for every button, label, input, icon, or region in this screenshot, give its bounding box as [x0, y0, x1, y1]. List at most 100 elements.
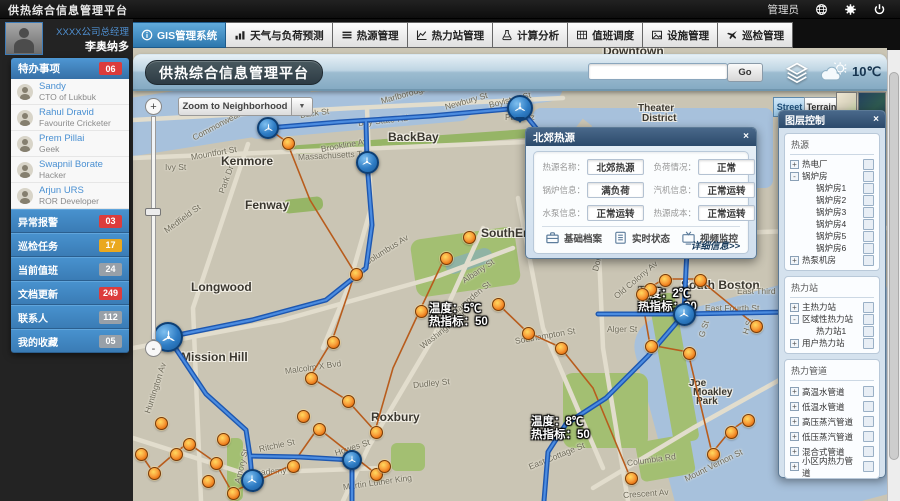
- expand-toggle-icon[interactable]: +: [790, 462, 799, 471]
- heat-station-marker[interactable]: [370, 426, 383, 439]
- tab[interactable]: 热力站管理: [408, 22, 494, 48]
- tab[interactable]: 设施管理: [643, 22, 718, 48]
- todo-header[interactable]: 特办事项 06: [11, 58, 129, 79]
- titlebar-icon[interactable]: [815, 3, 828, 16]
- expand-toggle-icon[interactable]: +: [790, 432, 799, 441]
- layer-row[interactable]: - 锅炉房: [790, 170, 874, 182]
- layer-row[interactable]: + 主热力站: [790, 301, 874, 313]
- list-item[interactable]: Swapnil Borate Hacker: [11, 157, 129, 183]
- expand-toggle-icon[interactable]: +: [790, 417, 799, 426]
- layer-row[interactable]: 锅炉房1: [790, 182, 874, 194]
- expand-toggle-icon[interactable]: +: [790, 160, 799, 169]
- layer-checkbox[interactable]: [863, 195, 874, 206]
- sidebar-menu-item[interactable]: 文档更新 249: [11, 281, 129, 305]
- layer-checkbox[interactable]: [863, 231, 874, 242]
- close-icon[interactable]: ×: [873, 115, 879, 125]
- layer-row[interactable]: 锅炉房2: [790, 194, 874, 206]
- field-value[interactable]: 正常运转: [698, 182, 755, 198]
- tab[interactable]: 计算分析: [493, 22, 568, 48]
- heat-station-marker[interactable]: [555, 342, 568, 355]
- tab[interactable]: GIS管理系统: [133, 22, 226, 48]
- zoom-slider-handle[interactable]: [145, 208, 161, 216]
- chevron-down-icon[interactable]: ▼: [292, 97, 313, 116]
- heat-station-marker[interactable]: [155, 417, 168, 430]
- layer-row[interactable]: + 高压蒸汽管道: [790, 414, 874, 429]
- expand-toggle-icon[interactable]: +: [790, 256, 799, 265]
- expand-toggle-icon[interactable]: -: [790, 172, 799, 181]
- vertical-scrollbar[interactable]: [887, 50, 900, 501]
- heat-station-marker[interactable]: [636, 288, 649, 301]
- heat-station-marker[interactable]: [707, 448, 720, 461]
- layer-row[interactable]: + 热泵机房: [790, 254, 874, 266]
- contact-name[interactable]: Swapnil Borate: [39, 160, 103, 170]
- heat-source-pin[interactable]: [241, 469, 264, 492]
- field-value[interactable]: 正常: [698, 159, 755, 175]
- layer-row[interactable]: + 低温水管道: [790, 399, 874, 414]
- zoom-out-button[interactable]: -: [145, 340, 162, 357]
- scrollbar-thumb[interactable]: [889, 72, 899, 460]
- field-value[interactable]: 北郊热源: [587, 159, 644, 175]
- layer-checkbox[interactable]: [863, 386, 874, 397]
- sidebar-menu-item[interactable]: 联系人 112: [11, 305, 129, 329]
- heat-source-pin[interactable]: [356, 151, 379, 174]
- layer-checkbox[interactable]: [863, 219, 874, 230]
- zoom-to-neighborhood-dropdown[interactable]: Zoom to Neighborhood ▼: [178, 97, 313, 116]
- layer-row[interactable]: 锅炉房4: [790, 218, 874, 230]
- heat-station-marker[interactable]: [378, 460, 391, 473]
- field-value[interactable]: 正常运转: [587, 205, 644, 221]
- layer-checkbox[interactable]: [863, 314, 874, 325]
- layer-checkbox[interactable]: [863, 461, 874, 472]
- heat-station-marker[interactable]: [415, 305, 428, 318]
- list-item[interactable]: Arjun URS ROR Developer: [11, 183, 129, 209]
- layer-row[interactable]: + 热电厂: [790, 158, 874, 170]
- tab[interactable]: 热源管理: [333, 22, 408, 48]
- titlebar-icon[interactable]: [873, 3, 886, 16]
- heat-station-marker[interactable]: [148, 467, 161, 480]
- tab[interactable]: 天气与负荷预测: [226, 22, 333, 48]
- heat-source-pin[interactable]: [507, 95, 533, 121]
- heat-station-marker[interactable]: [313, 423, 326, 436]
- layer-row[interactable]: + 低压蒸汽管道: [790, 429, 874, 444]
- contact-name[interactable]: Rahul Dravid: [39, 108, 111, 118]
- heat-station-marker[interactable]: [227, 487, 240, 500]
- layer-checkbox[interactable]: [863, 159, 874, 170]
- heat-source-pin[interactable]: [257, 117, 279, 139]
- layer-row[interactable]: + 用户热力站: [790, 337, 874, 349]
- heat-station-marker[interactable]: [135, 448, 148, 461]
- detail-info-link[interactable]: 详细信息>>: [691, 238, 740, 252]
- layer-row[interactable]: + 小区内热力管道: [790, 459, 874, 474]
- heat-station-marker[interactable]: [750, 320, 763, 333]
- layers-icon[interactable]: [783, 60, 811, 85]
- heat-station-marker[interactable]: [287, 460, 300, 473]
- heat-station-marker[interactable]: [742, 414, 755, 427]
- heat-station-marker[interactable]: [217, 433, 230, 446]
- map-canvas[interactable]: 供热综合信息管理平台 Go 10℃ Zoom to Neighborhood ▼…: [133, 48, 887, 501]
- list-item[interactable]: Rahul Dravid Favourite Cricketer: [11, 105, 129, 131]
- expand-toggle-icon[interactable]: +: [790, 339, 799, 348]
- layer-checkbox[interactable]: [863, 207, 874, 218]
- heat-station-marker[interactable]: [645, 340, 658, 353]
- sidebar-menu-item[interactable]: 当前值班 24: [11, 257, 129, 281]
- layer-checkbox[interactable]: [863, 401, 874, 412]
- contact-name[interactable]: Arjun URS: [39, 186, 99, 196]
- sidebar-menu-item[interactable]: 巡检任务 17: [11, 233, 129, 257]
- heat-source-pin[interactable]: [673, 303, 696, 326]
- layer-row[interactable]: 锅炉房5: [790, 230, 874, 242]
- zoom-in-button[interactable]: +: [145, 98, 162, 115]
- heat-station-marker[interactable]: [659, 274, 672, 287]
- heat-station-marker[interactable]: [625, 472, 638, 485]
- layer-checkbox[interactable]: [863, 243, 874, 254]
- contact-name[interactable]: Sandy: [39, 82, 96, 92]
- heat-source-pin[interactable]: [342, 450, 362, 470]
- titlebar-icon[interactable]: [844, 3, 857, 16]
- layer-checkbox[interactable]: [863, 302, 874, 313]
- layer-checkbox[interactable]: [863, 416, 874, 427]
- contact-name[interactable]: Prem Pillai: [39, 134, 84, 144]
- layer-row[interactable]: - 区域性热力站: [790, 313, 874, 325]
- heat-station-marker[interactable]: [683, 347, 696, 360]
- user-avatar[interactable]: [5, 22, 43, 55]
- tab[interactable]: 巡检管理: [718, 22, 793, 48]
- heat-station-marker[interactable]: [440, 252, 453, 265]
- popup-action-button[interactable]: 实时状态: [612, 230, 670, 245]
- list-item[interactable]: Prem Pillai Geek: [11, 131, 129, 157]
